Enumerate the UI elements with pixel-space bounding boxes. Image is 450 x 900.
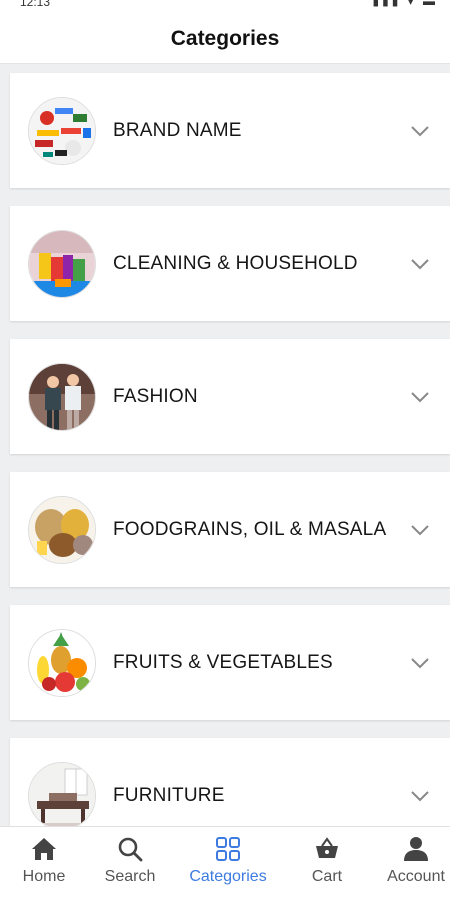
category-label: FRUITS & VEGETABLES: [113, 651, 333, 673]
furniture-thumbnail: [28, 761, 96, 826]
chevron-down-icon[interactable]: [410, 257, 430, 271]
nav-account-label: Account: [387, 868, 445, 885]
nav-account[interactable]: Account: [371, 835, 450, 893]
category-list[interactable]: BRAND NAME CLEANING & HOUSEHOLD FASHION …: [0, 64, 450, 826]
person-icon: [404, 837, 428, 861]
status-time: 12:13: [20, 0, 51, 9]
chevron-down-icon[interactable]: [410, 523, 430, 537]
nav-cart-label: Cart: [311, 868, 343, 885]
fashion-thumbnail: [28, 362, 96, 431]
nav-home[interactable]: Home: [0, 835, 89, 893]
search-icon: [118, 837, 143, 862]
category-card-brand-name[interactable]: BRAND NAME: [10, 73, 450, 188]
nav-home-label: Home: [22, 868, 66, 885]
nav-categories-label: Categories: [189, 868, 267, 885]
nav-categories[interactable]: Categories: [183, 835, 273, 893]
grid-icon: [216, 837, 240, 861]
basket-icon: [316, 837, 338, 858]
home-icon: [32, 838, 56, 860]
status-bar: 12:13 ▮▮▮ ▾ ▬: [0, 0, 450, 14]
category-label: BRAND NAME: [113, 119, 242, 141]
bottom-navigation: Home Search Categories Cart Account: [0, 826, 450, 900]
category-label: FASHION: [113, 385, 198, 407]
category-card-cleaning-household[interactable]: CLEANING & HOUSEHOLD: [10, 206, 450, 321]
app-header: Categories: [0, 14, 450, 64]
category-card-foodgrains[interactable]: FOODGRAINS, OIL & MASALA: [10, 472, 450, 587]
category-card-fashion[interactable]: FASHION: [10, 339, 450, 454]
cleaning-household-thumbnail: [28, 229, 96, 298]
category-label: CLEANING & HOUSEHOLD: [113, 252, 358, 274]
chevron-down-icon[interactable]: [410, 789, 430, 803]
category-label: FURNITURE: [113, 784, 225, 806]
nav-search[interactable]: Search: [85, 835, 175, 893]
fruits-vegetables-thumbnail: [28, 628, 96, 697]
status-icons: ▮▮▮ ▾ ▬: [372, 0, 438, 8]
brand-logos-thumbnail: [28, 96, 96, 165]
page-title: Categories: [170, 26, 280, 50]
category-card-furniture[interactable]: FURNITURE: [10, 738, 450, 826]
chevron-down-icon[interactable]: [410, 124, 430, 138]
category-label: FOODGRAINS, OIL & MASALA: [113, 518, 387, 540]
chevron-down-icon[interactable]: [410, 390, 430, 404]
nav-cart[interactable]: Cart: [282, 835, 372, 893]
nav-search-label: Search: [104, 868, 156, 885]
category-card-fruits-vegetables[interactable]: FRUITS & VEGETABLES: [10, 605, 450, 720]
chevron-down-icon[interactable]: [410, 656, 430, 670]
foodgrains-thumbnail: [28, 495, 96, 564]
